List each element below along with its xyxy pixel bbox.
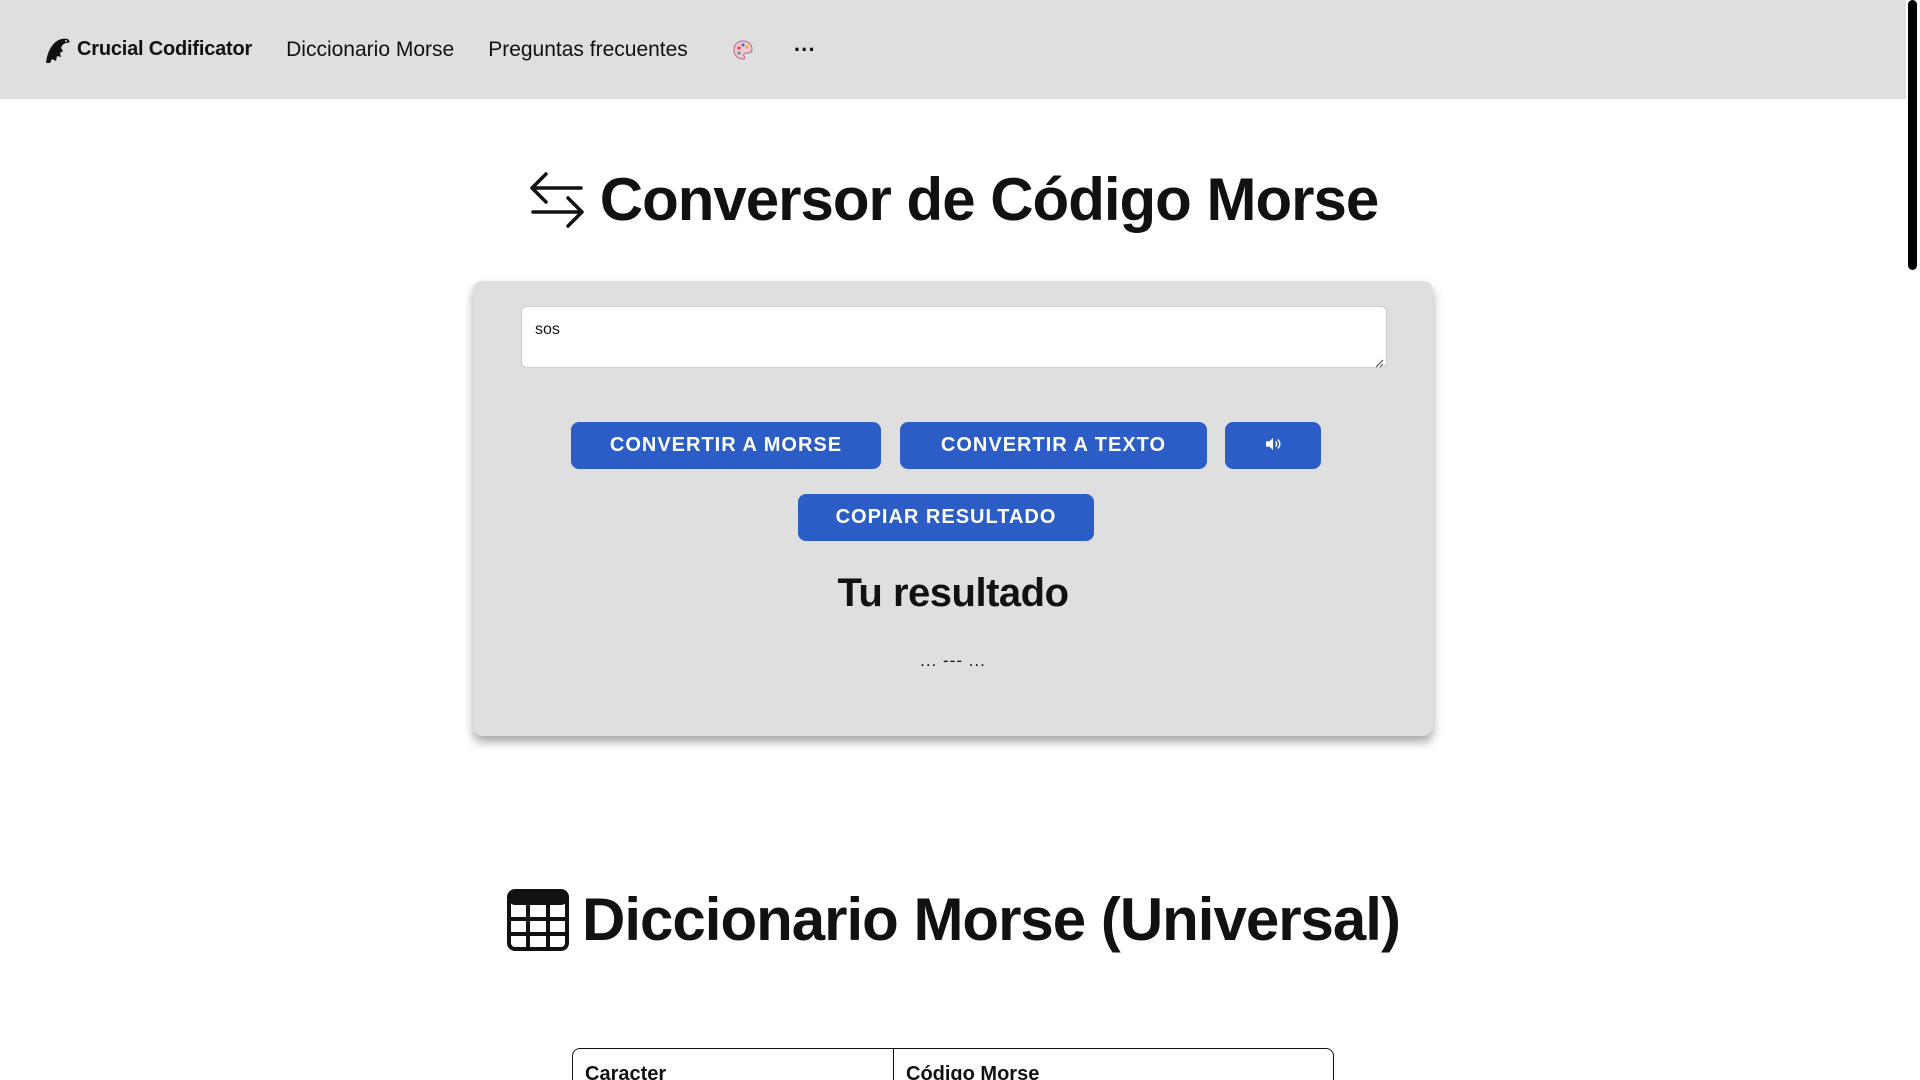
result-output: ... --- ... [920,651,986,670]
result-heading: Tu resultado [837,571,1069,615]
copy-result-button[interactable]: COPIAR RESULTADO [798,494,1094,541]
palette-icon[interactable] [732,39,754,61]
table-header-morse-code: Código Morse [906,1063,1040,1080]
swap-arrows-icon [528,168,586,232]
top-navbar: Crucial Codificator Diccionario Morse Pr… [0,0,1906,99]
converter-card: sos CONVERTIR A MORSE CONVERTIR A TEXTO … [473,281,1433,736]
dictionary-title: Diccionario Morse (Universal) [582,886,1401,953]
dictionary-heading: Diccionario Morse (Universal) [0,885,1906,954]
table-icon [506,888,570,952]
brand-link[interactable]: Crucial Codificator [43,35,252,65]
speaker-icon [1264,434,1282,457]
scrollbar-thumb[interactable] [1908,0,1917,270]
page-title: Conversor de Código Morse [599,166,1379,233]
eagle-logo-icon [43,35,73,65]
brand-name: Crucial Codificator [77,38,253,60]
converter-heading: Conversor de Código Morse [0,165,1906,234]
play-audio-button[interactable] [1225,422,1321,469]
text-input-value: sos [535,321,560,338]
morse-dictionary-table: Caracter Código Morse [572,1048,1334,1080]
resize-handle-icon[interactable] [1374,355,1384,368]
convert-to-text-button[interactable]: CONVERTIR A TEXTO [900,422,1207,469]
more-menu-button[interactable]: ··· [794,38,816,61]
nav-link-faq[interactable]: Preguntas frecuentes [488,38,688,62]
convert-to-morse-button[interactable]: CONVERTIR A MORSE [571,422,881,469]
table-header-character: Caracter [573,1049,894,1080]
nav-link-dictionary[interactable]: Diccionario Morse [286,38,454,62]
text-input[interactable]: sos [521,306,1387,368]
